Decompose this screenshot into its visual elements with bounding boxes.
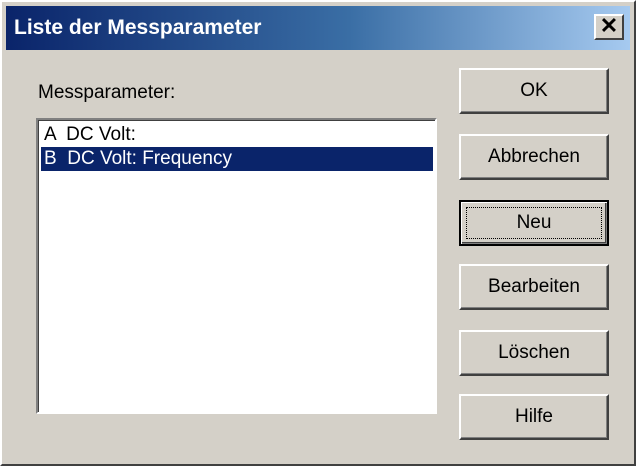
focus-rectangle <box>466 207 602 239</box>
edit-button[interactable]: Bearbeiten <box>459 264 609 310</box>
parameter-listbox[interactable]: A DC Volt: B DC Volt: Frequency <box>36 118 437 414</box>
delete-button[interactable]: Löschen <box>459 330 609 376</box>
list-item-b[interactable]: B DC Volt: Frequency <box>41 147 433 171</box>
dialog-window: Liste der Messparameter ✕ Messparameter:… <box>0 0 636 466</box>
close-button[interactable]: ✕ <box>594 13 624 40</box>
close-icon: ✕ <box>599 13 619 38</box>
list-label: Messparameter: <box>38 82 176 103</box>
list-item-a[interactable]: A DC Volt: <box>41 123 433 147</box>
cancel-button[interactable]: Abbrechen <box>459 134 609 180</box>
ok-button[interactable]: OK <box>459 68 609 114</box>
window-title: Liste der Messparameter <box>14 16 262 39</box>
title-bar[interactable]: Liste der Messparameter ✕ <box>6 6 630 50</box>
new-button[interactable]: Neu <box>459 200 609 246</box>
help-button[interactable]: Hilfe <box>459 394 609 440</box>
